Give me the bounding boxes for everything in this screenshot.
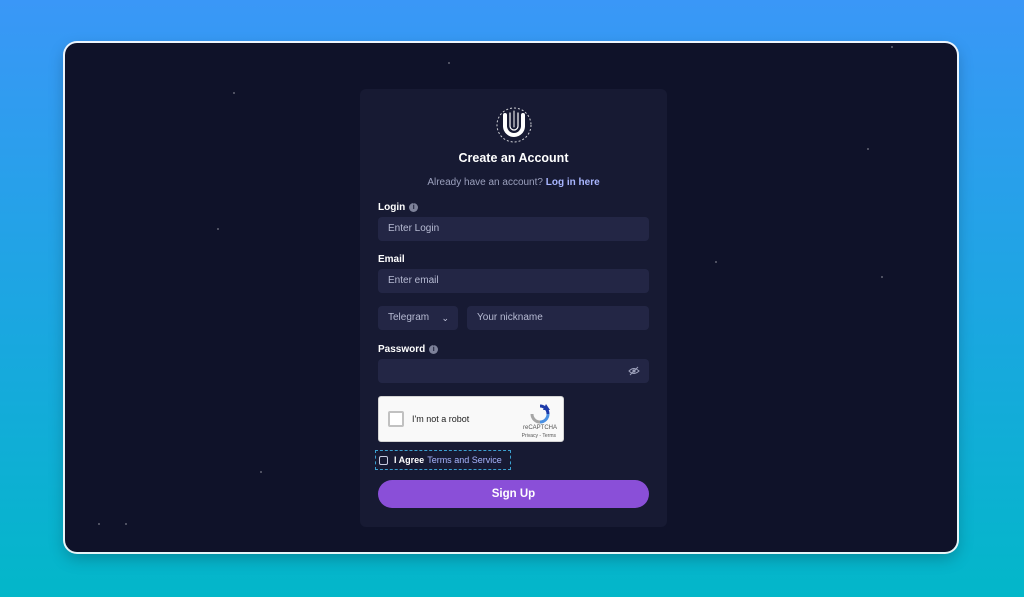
star <box>217 228 219 230</box>
star <box>260 471 262 473</box>
messenger-selected: Telegram <box>388 312 430 323</box>
star <box>881 276 883 278</box>
email-input[interactable]: Enter email <box>378 269 649 293</box>
password-label: Password i <box>378 344 439 355</box>
recaptcha-logo-icon <box>530 404 550 424</box>
app-window: Create an Account Already have an accoun… <box>65 43 957 552</box>
info-icon[interactable]: i <box>409 203 419 212</box>
login-label: Login i <box>378 202 419 213</box>
signup-card: Create an Account Already have an accoun… <box>360 89 667 527</box>
email-placeholder: Enter email <box>388 275 439 286</box>
star <box>891 46 893 48</box>
nickname-input[interactable]: Your nickname <box>467 306 649 330</box>
login-prompt: Already have an account? Log in here <box>360 177 667 188</box>
star <box>233 92 235 94</box>
brand-logo-icon <box>496 107 532 143</box>
agree-text: I Agree <box>394 455 425 465</box>
agree-checkbox[interactable] <box>379 455 388 465</box>
chevron-down-icon: ⌄ <box>441 313 449 323</box>
email-label-text: Email <box>378 254 405 265</box>
star <box>867 148 869 150</box>
recaptcha-checkbox[interactable] <box>388 411 404 427</box>
recaptcha-label: I'm not a robot <box>412 414 470 424</box>
agree-terms[interactable]: I Agree Terms and Service <box>375 450 511 470</box>
page-title: Create an Account <box>458 151 569 165</box>
terms-link[interactable]: Terms and Service <box>427 455 502 465</box>
login-input[interactable]: Enter Login <box>378 217 649 241</box>
login-prompt-text: Already have an account? <box>427 177 543 188</box>
login-label-text: Login <box>378 202 406 213</box>
star <box>98 523 100 525</box>
login-link[interactable]: Log in here <box>546 177 600 188</box>
password-input[interactable] <box>378 359 649 383</box>
sign-up-button[interactable]: Sign Up <box>378 480 649 508</box>
info-icon[interactable]: i <box>429 345 439 354</box>
password-label-text: Password <box>378 344 426 355</box>
messenger-select[interactable]: Telegram ⌄ <box>378 306 458 330</box>
email-label: Email <box>378 254 405 265</box>
nickname-placeholder: Your nickname <box>477 312 543 323</box>
star <box>715 261 717 263</box>
recaptcha-links[interactable]: Privacy - Terms <box>522 433 556 439</box>
recaptcha-brand: reCAPTCHA <box>522 425 557 431</box>
recaptcha-widget: I'm not a robot reCAPTCHA Privacy - Term… <box>378 396 564 442</box>
login-placeholder: Enter Login <box>388 223 440 234</box>
eye-off-icon[interactable] <box>628 366 640 376</box>
star <box>125 523 127 525</box>
star <box>448 62 450 64</box>
